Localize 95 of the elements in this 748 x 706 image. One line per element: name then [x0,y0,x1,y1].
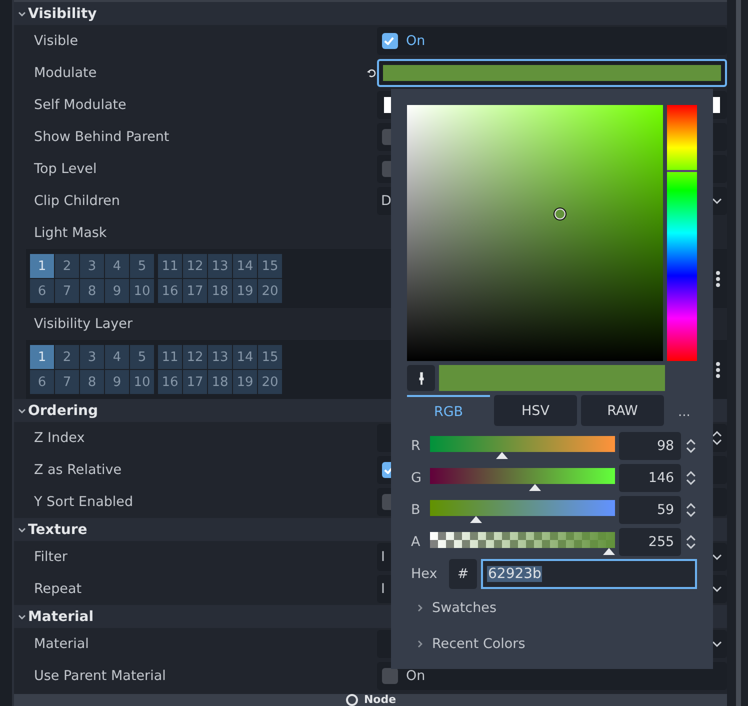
channel-label: G [410,470,422,486]
eyedropper-button[interactable] [407,365,435,391]
layer-toggle[interactable]: 14 [233,345,257,369]
spin-arrows-icon[interactable] [685,437,697,455]
property-label: Top Level [33,161,98,177]
chevron-right-icon [415,639,425,649]
layer-toggle[interactable]: 6 [30,370,54,394]
mode-tab[interactable]: RGB [407,395,490,426]
spin-arrows-icon[interactable] [685,533,697,551]
layer-toggle[interactable]: 18 [208,370,232,394]
layer-toggle[interactable]: 17 [183,370,207,394]
layer-toggle[interactable]: 2 [55,254,79,278]
layer-toggle[interactable]: 13 [208,254,232,278]
property-label: Visible [33,33,80,49]
channel-label: R [410,438,422,454]
layer-toggle[interactable]: 20 [258,279,282,303]
chevron-right-icon [415,603,425,613]
channel-value-field[interactable]: 98 [618,432,682,460]
layer-toggle[interactable]: 3 [80,345,104,369]
layer-toggle[interactable]: 1 [30,345,54,369]
hue-slider[interactable] [667,105,697,361]
node-icon [344,693,359,706]
channel-label: B [410,502,422,518]
layer-toggle[interactable]: 17 [183,279,207,303]
property-label: Show Behind Parent [33,129,170,145]
property-label: Repeat [33,581,83,597]
layer-toggle[interactable]: 2 [55,345,79,369]
layer-toggle[interactable]: 9 [105,370,129,394]
spin-arrows-icon [711,430,723,446]
layer-toggle[interactable]: 5 [130,254,154,278]
layer-toggle[interactable]: 10 [130,370,154,394]
hex-label: Hex [410,566,438,582]
layer-toggle[interactable]: 9 [105,279,129,303]
property-label: Light Mask [33,225,108,241]
more-icon[interactable] [715,360,721,378]
layer-toggle[interactable]: 18 [208,279,232,303]
layer-toggle[interactable]: 7 [55,370,79,394]
layer-toggle[interactable]: 11 [158,254,182,278]
layer-toggle[interactable]: 11 [158,345,182,369]
checkbox-label: On [406,668,426,684]
layer-toggle[interactable]: 13 [208,345,232,369]
property-label: Modulate [33,65,98,81]
checkbox-label: On [406,33,426,49]
check-icon [384,466,394,474]
layer-toggle[interactable]: 10 [130,279,154,303]
layer-toggle[interactable]: 19 [233,279,257,303]
spin-arrows-icon[interactable] [685,469,697,487]
layer-toggle[interactable]: 14 [233,254,257,278]
layer-toggle[interactable]: 7 [55,279,79,303]
layer-toggle[interactable]: 15 [258,345,282,369]
layer-toggle[interactable]: 19 [233,370,257,394]
picker-cursor[interactable] [554,208,566,220]
property-label: Material [33,636,90,652]
layer-toggle[interactable]: 16 [158,370,182,394]
property-label: Z Index [33,430,86,446]
collapsible-section[interactable]: Recent Colors [407,627,697,661]
saturation-value-square[interactable] [407,105,663,361]
layer-toggle[interactable]: 8 [80,279,104,303]
checkbox[interactable] [382,668,398,684]
layer-toggle[interactable]: 12 [183,345,207,369]
layer-toggle[interactable]: 12 [183,254,207,278]
scrollbar[interactable] [727,0,748,706]
eyedropper-icon [416,370,426,386]
layer-toggle[interactable]: 8 [80,370,104,394]
spin-arrows-icon[interactable] [685,501,697,519]
property-label: Visibility Layer [33,316,134,332]
color-picker-button[interactable] [377,59,727,87]
layer-toggle[interactable]: 1 [30,254,54,278]
category-title: Node [364,694,396,706]
channel-value-field[interactable]: 146 [618,464,682,492]
layer-toggle[interactable]: 20 [258,370,282,394]
more-icon[interactable] [715,270,721,288]
property-label: Y Sort Enabled [33,494,134,510]
layer-toggle[interactable]: 4 [105,345,129,369]
property-label: Self Modulate [33,97,128,113]
hex-field[interactable]: 62923b [481,559,697,589]
layer-toggle[interactable]: 6 [30,279,54,303]
hash-button[interactable]: # [449,559,477,589]
property-label: Filter [33,549,68,565]
layer-toggle[interactable]: 3 [80,254,104,278]
channel-value-field[interactable]: 59 [618,496,682,524]
layer-toggle[interactable]: 15 [258,254,282,278]
layer-toggle[interactable]: 4 [105,254,129,278]
section-header[interactable]: Visibility [14,2,727,25]
check-icon [384,37,394,45]
channel-value-field[interactable]: 255 [618,528,682,556]
property-label: Use Parent Material [33,668,167,684]
mode-tab[interactable]: RAW [581,395,664,426]
layer-toggle[interactable]: 16 [158,279,182,303]
checkbox[interactable] [382,33,398,49]
mode-tab[interactable]: HSV [494,395,577,426]
hue-marker[interactable] [667,170,697,172]
property-label: Clip Children [33,193,121,209]
property-label: Z as Relative [33,462,123,478]
layer-toggle[interactable]: 5 [130,345,154,369]
